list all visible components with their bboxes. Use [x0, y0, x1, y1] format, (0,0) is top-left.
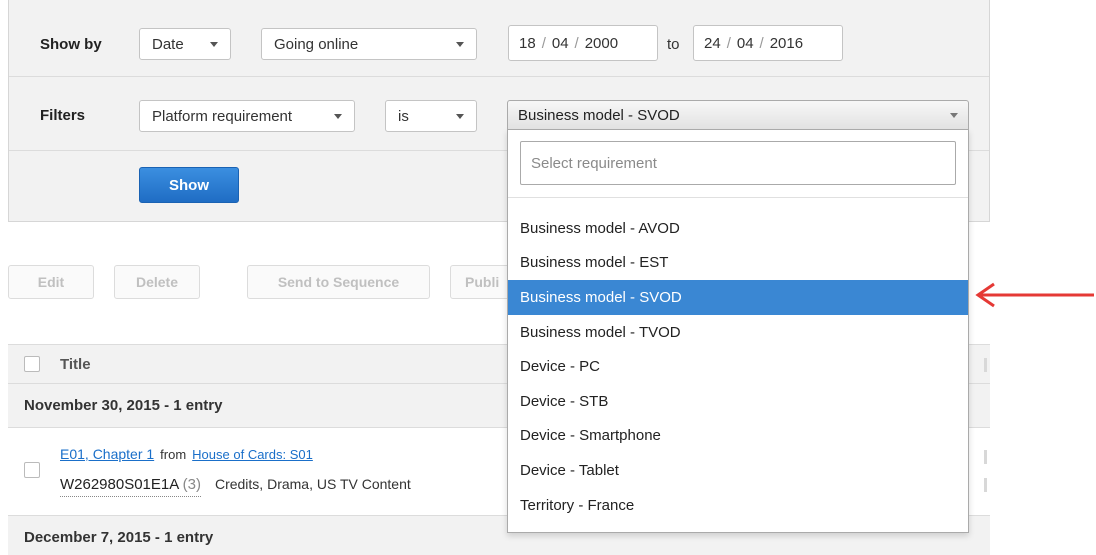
column-divider	[984, 478, 987, 492]
send-to-sequence-button[interactable]: Send to Sequence	[247, 265, 430, 299]
option-business-model-avod[interactable]: Business model - AVOD	[508, 211, 968, 246]
dropdown-divider	[508, 197, 968, 198]
from-month[interactable]: 04	[552, 35, 569, 52]
event-select[interactable]: Going online	[261, 28, 477, 60]
column-divider	[984, 450, 987, 464]
row-checkbox[interactable]	[24, 462, 40, 478]
chevron-down-icon	[950, 112, 958, 118]
entry-detail-line: W262980S01E1A (3) Credits, Drama, US TV …	[60, 476, 411, 497]
option-business-model-tvod[interactable]: Business model - TVOD	[508, 315, 968, 350]
delete-button[interactable]: Delete	[114, 265, 200, 299]
chevron-down-icon	[334, 113, 342, 119]
option-device-stb[interactable]: Device - STB	[508, 384, 968, 419]
date-separator: /	[541, 34, 546, 52]
option-device-smartphone[interactable]: Device - Smartphone	[508, 419, 968, 454]
show-by-label: Show by	[40, 36, 102, 53]
requirement-search-input[interactable]	[520, 141, 956, 185]
left-arrow-icon	[975, 282, 1094, 308]
filter-field-select[interactable]: Platform requirement	[139, 100, 355, 132]
from-date-input[interactable]: 18 / 04 / 2000	[508, 25, 658, 61]
date-type-value: Date	[152, 35, 184, 53]
requirement-dropdown: Business model - AVOD Business model - E…	[507, 129, 969, 533]
filter-field-value: Platform requirement	[152, 107, 293, 125]
date-type-select[interactable]: Date	[139, 28, 231, 60]
date-separator: /	[574, 34, 579, 52]
asset-count: (3)	[182, 476, 201, 493]
filters-label: Filters	[40, 107, 86, 124]
from-year[interactable]: 2000	[585, 35, 618, 52]
option-business-model-est[interactable]: Business model - EST	[508, 246, 968, 281]
select-all-checkbox[interactable]	[24, 356, 40, 372]
requirement-options: Business model - AVOD Business model - E…	[508, 211, 968, 522]
chevron-down-icon	[456, 113, 464, 119]
to-year[interactable]: 2016	[770, 35, 803, 52]
show-button[interactable]: Show	[139, 167, 239, 203]
chevron-down-icon	[456, 41, 464, 47]
from-day[interactable]: 18	[519, 35, 536, 52]
entry-tags: Credits, Drama, US TV Content	[214, 476, 411, 492]
event-value: Going online	[274, 35, 359, 53]
to-date-input[interactable]: 24 / 04 / 2016	[693, 25, 843, 61]
asset-code-value: W262980S01E1A	[60, 476, 179, 493]
filter-value-select[interactable]: Business model - SVOD	[507, 100, 969, 130]
option-business-model-svod[interactable]: Business model - SVOD	[508, 280, 968, 315]
to-day[interactable]: 24	[704, 35, 721, 52]
column-divider	[984, 358, 987, 372]
filter-value-current: Business model - SVOD	[518, 106, 680, 124]
chevron-down-icon	[210, 41, 218, 47]
to-month[interactable]: 04	[737, 35, 754, 52]
asset-code[interactable]: W262980S01E1A (3)	[60, 476, 201, 497]
edit-button[interactable]: Edit	[8, 265, 94, 299]
panel-divider	[9, 76, 989, 77]
from-text: from	[160, 447, 187, 462]
option-territory-france[interactable]: Territory - France	[508, 488, 968, 523]
date-separator: /	[759, 34, 764, 52]
to-label: to	[667, 36, 680, 53]
option-device-tablet[interactable]: Device - Tablet	[508, 453, 968, 488]
title-column-header[interactable]: Title	[60, 356, 91, 373]
entry-title-line: E01, Chapter 1 from House of Cards: S01	[60, 446, 313, 462]
filter-operator-value: is	[398, 107, 409, 125]
episode-link[interactable]: E01, Chapter 1	[60, 446, 154, 462]
series-link[interactable]: House of Cards: S01	[192, 447, 313, 462]
date-separator: /	[726, 34, 731, 52]
option-device-pc[interactable]: Device - PC	[508, 349, 968, 384]
filter-operator-select[interactable]: is	[385, 100, 477, 132]
